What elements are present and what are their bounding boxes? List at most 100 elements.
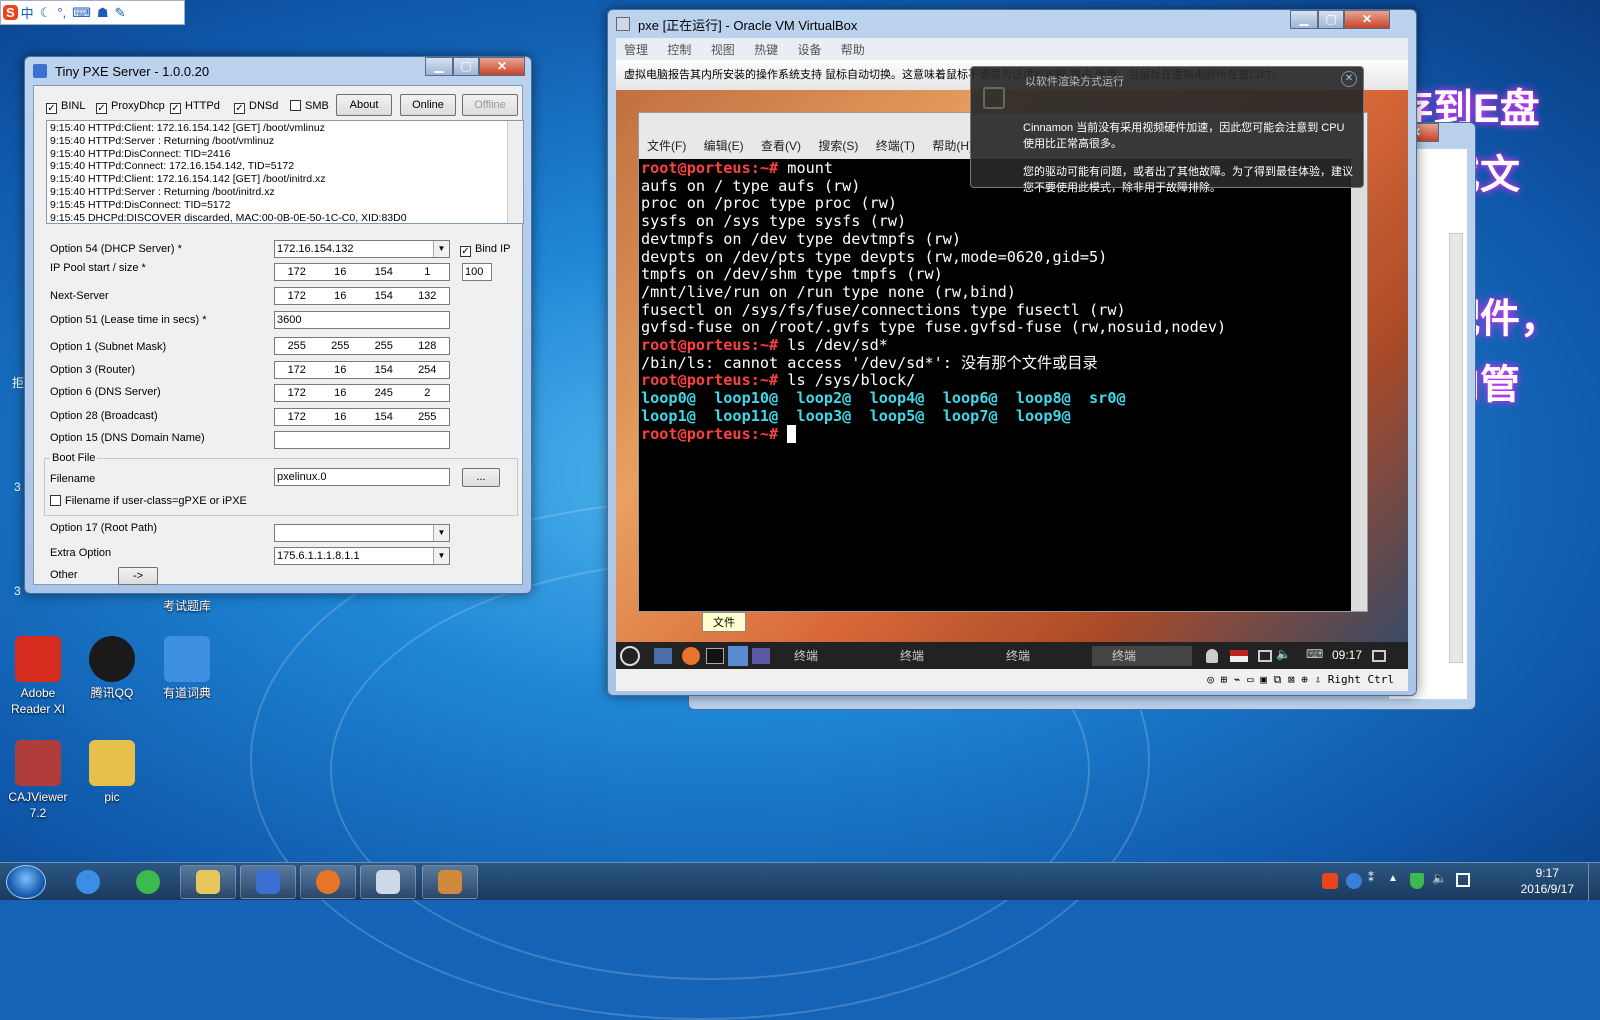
checkbox-bind-ip[interactable]: ✓ Bind IP xyxy=(460,243,510,257)
show-desktop-button[interactable] xyxy=(1588,863,1600,901)
menu-help[interactable]: 帮助(H) xyxy=(932,139,973,153)
keyboard-capture-icon[interactable]: ⇩ xyxy=(1315,673,1322,686)
minimize-button[interactable]: ▁ xyxy=(1290,10,1318,29)
show-desktop-icon[interactable] xyxy=(1372,650,1386,662)
taskbar-app[interactable] xyxy=(360,865,416,899)
chevron-down-icon[interactable]: ▼ xyxy=(433,548,449,564)
desktop-icon-adobe-reader[interactable]: Adobe Reader XI xyxy=(2,636,74,717)
menu-manage[interactable]: 管理 xyxy=(616,38,656,61)
volume-icon[interactable]: 🔈 xyxy=(1276,647,1291,661)
taskbar-app[interactable] xyxy=(240,865,296,899)
desktop-icon-youdao[interactable]: 有道词典 xyxy=(151,636,223,701)
ime-toolbar[interactable]: S 中 ☾ °, ⌨ ☗ ✎ xyxy=(0,0,185,25)
system-clock[interactable]: 9:17 2016/9/17 xyxy=(1521,865,1574,897)
software-rendering-popup[interactable]: 以软件渲染方式运行 Cinnamon 当前没有采用视频硬件加速，因此您可能会注意… xyxy=(970,66,1364,194)
capture-icon[interactable]: ⧉ xyxy=(1274,673,1282,686)
lease-time-input[interactable]: 3600 xyxy=(274,311,450,329)
menu-file[interactable]: 文件(F) xyxy=(647,139,686,153)
taskbar-app[interactable] xyxy=(180,865,236,899)
check-icon[interactable]: ✓ xyxy=(234,103,245,114)
menu-edit[interactable]: 编辑(E) xyxy=(704,139,744,153)
terminal-icon[interactable] xyxy=(706,648,724,664)
flag-icon[interactable] xyxy=(1230,650,1248,662)
checkbox-smb[interactable]: SMB xyxy=(290,100,329,112)
taskbar-item-terminal[interactable]: 终端 xyxy=(774,646,874,666)
menu-control[interactable]: 控制 xyxy=(659,38,699,61)
taskbar-item-terminal[interactable]: 终端 xyxy=(986,646,1086,666)
online-button[interactable]: Online xyxy=(400,94,456,116)
extra-option-select[interactable]: 175.6.1.1.1.8.1.1 ▼ xyxy=(274,547,450,565)
broadcast-ip[interactable]: 172 16 154 255 xyxy=(274,408,450,426)
check-icon[interactable]: ✓ xyxy=(170,103,181,114)
pool-size-input[interactable]: 100 xyxy=(462,263,492,281)
sogou-logo-icon[interactable]: S xyxy=(3,5,18,20)
usb-icon[interactable]: ⌁ xyxy=(1234,673,1241,686)
network-icon[interactable] xyxy=(752,648,770,664)
dhcp-server-select[interactable]: 172.16.154.132 ▼ xyxy=(274,240,450,258)
mouse-integration-icon[interactable]: ⊕ xyxy=(1301,673,1308,686)
menu-devices[interactable]: 设备 xyxy=(789,38,829,61)
menu-view[interactable]: 视图 xyxy=(703,38,743,61)
about-button[interactable]: About xyxy=(336,94,392,116)
taskbar-app[interactable] xyxy=(120,865,176,899)
show-hidden-icons-button[interactable]: ▲ xyxy=(1388,873,1398,884)
chevron-down-icon[interactable]: ▼ xyxy=(433,525,449,541)
tray-sogou-icon[interactable] xyxy=(1322,873,1338,889)
log-listbox[interactable]: 9:15:40 HTTPd:Client: 172.16.154.142 [GE… xyxy=(46,120,524,224)
shared-folder-icon[interactable]: ▭ xyxy=(1247,673,1254,686)
close-icon[interactable]: ✕ xyxy=(1341,71,1357,87)
punct-icon[interactable]: °, xyxy=(54,5,69,20)
dns-domain-input[interactable] xyxy=(274,431,450,449)
cinnamon-menu-icon[interactable] xyxy=(620,646,640,666)
subnet-mask-ip[interactable]: 255 255 255 128 xyxy=(274,337,450,355)
ime-lang-toggle[interactable]: 中 xyxy=(18,3,37,22)
terminal-scrollbar[interactable] xyxy=(1351,159,1367,611)
desktop-icon-cajviewer[interactable]: CAJViewer 7.2 xyxy=(2,740,74,821)
close-button[interactable]: ✕ xyxy=(479,57,525,76)
taskbar-app[interactable] xyxy=(300,865,356,899)
keyboard-icon[interactable]: ⌨ xyxy=(69,5,94,21)
checkbox-httpd[interactable]: ✓ HTTPd xyxy=(170,100,220,114)
firefox-icon[interactable] xyxy=(682,647,700,665)
display-icon[interactable] xyxy=(1258,650,1272,662)
menu-help[interactable]: 帮助 xyxy=(833,38,873,61)
display-icon[interactable]: ▣ xyxy=(1260,673,1267,686)
menu-view[interactable]: 查看(V) xyxy=(761,139,801,153)
tools-icon[interactable]: ✎ xyxy=(112,5,129,21)
tray-volume-icon[interactable]: 🔈 xyxy=(1432,871,1447,885)
filename-input[interactable]: pxelinux.0 xyxy=(274,468,450,486)
menu-search[interactable]: 搜索(S) xyxy=(818,139,858,153)
router-ip[interactable]: 172 16 154 254 xyxy=(274,361,450,379)
checkbox-filename-gpxe[interactable]: Filename if user-class=gPXE or iPXE xyxy=(50,495,247,507)
next-server-ip[interactable]: 172 16 154 132 xyxy=(274,287,450,305)
root-path-select[interactable]: ▼ xyxy=(274,524,450,542)
check-icon[interactable]: ✓ xyxy=(460,246,471,257)
files-icon[interactable] xyxy=(728,646,748,666)
chevron-down-icon[interactable]: ▼ xyxy=(433,241,449,257)
taskbar-item-terminal[interactable]: 终端 xyxy=(880,646,980,666)
check-icon[interactable]: ✓ xyxy=(46,103,57,114)
start-button[interactable] xyxy=(6,865,46,899)
close-button[interactable]: ✕ xyxy=(1344,10,1390,29)
browse-button[interactable]: ... xyxy=(462,468,500,487)
minimize-button[interactable]: ▁ xyxy=(425,57,453,76)
check-icon[interactable]: ✓ xyxy=(96,103,107,114)
offline-button[interactable]: Offline xyxy=(462,94,518,116)
maximize-button[interactable]: ▢ xyxy=(453,57,479,76)
skin-icon[interactable]: ☗ xyxy=(94,5,112,21)
tray-help-icon[interactable] xyxy=(1346,873,1362,889)
taskbar-app[interactable] xyxy=(422,865,478,899)
network-icon[interactable]: ⊞ xyxy=(1221,673,1228,686)
background-window-scrollbar[interactable] xyxy=(1449,233,1463,663)
user-icon[interactable] xyxy=(1206,649,1218,663)
other-button[interactable]: -> xyxy=(118,567,158,585)
hdd-icon[interactable]: ◎ xyxy=(1207,673,1214,686)
guest-clock[interactable]: 09:17 xyxy=(1332,648,1362,662)
desktop-icon-partial[interactable]: 考试题库 xyxy=(151,598,223,614)
desktop-icon-qq[interactable]: 腾讯QQ xyxy=(76,636,148,701)
taskbar-app[interactable] xyxy=(60,865,116,899)
tray-security-icon[interactable] xyxy=(1410,873,1424,889)
menu-terminal[interactable]: 终端(T) xyxy=(876,139,915,153)
maximize-button[interactable]: ▢ xyxy=(1318,10,1344,29)
terminal-output[interactable]: root@porteus:~# mount aufs on / type aufs… xyxy=(639,159,1351,611)
